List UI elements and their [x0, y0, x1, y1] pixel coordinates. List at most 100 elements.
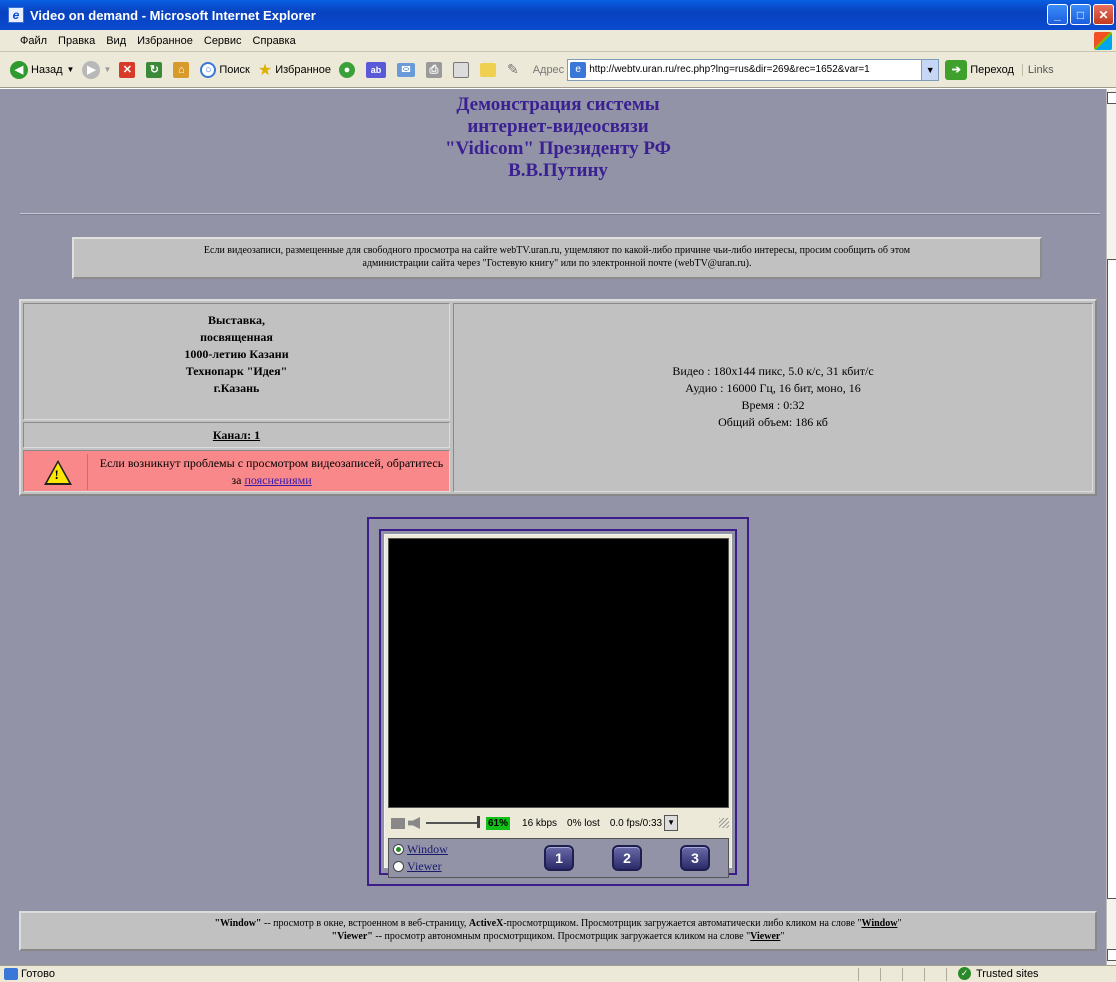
ie-app-icon: e: [8, 7, 24, 23]
back-arrow-icon: ◀: [10, 60, 28, 79]
mode-viewer-radio[interactable]: Viewer: [393, 859, 442, 874]
messenger-icon: ✎: [506, 61, 519, 77]
radio-unselected-icon[interactable]: [393, 861, 404, 872]
mail-button[interactable]: ✉: [396, 62, 418, 77]
volume-slider-knob[interactable]: [477, 816, 480, 828]
status-divider: [858, 968, 859, 981]
scroll-checkbox-top[interactable]: [1107, 92, 1116, 104]
menu-file[interactable]: Файл: [20, 35, 47, 47]
go-button[interactable]: ➔ Переход: [945, 59, 1014, 80]
window-title-bar[interactable]: e Video on demand - Microsoft Internet E…: [0, 0, 1116, 30]
status-text: Готово: [21, 968, 55, 980]
back-button[interactable]: ◀ Назад ▼: [10, 60, 75, 79]
favorites-button[interactable]: ★ Избранное: [258, 60, 331, 80]
forward-button[interactable]: ▶ ▼: [82, 60, 111, 79]
favorites-star-icon: ★: [257, 61, 273, 79]
back-label: Назад: [31, 63, 63, 76]
scroll-checkbox-bottom[interactable]: [1107, 949, 1116, 961]
spellcheck-icon: ab: [365, 61, 386, 78]
address-dropdown-icon[interactable]: ▼: [921, 59, 939, 80]
bitrate-readout: 16 kbps: [522, 817, 558, 829]
links-button[interactable]: Links: [1021, 63, 1054, 76]
minimize-button[interactable]: _: [1047, 4, 1068, 25]
event-line: 1000-летию Казани: [184, 347, 289, 361]
go-label: Переход: [970, 63, 1014, 76]
footer-text: -просмотрщиком. Просмотрщик загружается …: [503, 918, 862, 929]
footer-window-link[interactable]: Window: [862, 918, 898, 929]
security-zone[interactable]: ✓ Trusted sites: [958, 967, 1039, 980]
title-line-2: интернет-видеосвязи: [467, 116, 649, 137]
channel-3-button[interactable]: 3: [680, 845, 710, 871]
status-divider: [946, 968, 947, 981]
media-info: Видео : 180x144 пикс, 5.0 к/с, 31 кбит/с…: [453, 303, 1093, 492]
edit-button[interactable]: [452, 61, 472, 78]
home-button[interactable]: ⌂: [173, 61, 192, 78]
status-bar: Готово ✓ Trusted sites: [0, 965, 1116, 982]
spell-button[interactable]: ab: [365, 61, 389, 78]
event-line: Выставка,: [208, 313, 265, 327]
menu-bar: Файл Правка Вид Избранное Сервис Справка: [0, 30, 1116, 52]
stop-icon: ✕: [119, 61, 136, 78]
print-icon: ⎙: [425, 61, 442, 78]
horizontal-rule: [20, 213, 1100, 215]
mode-window-radio[interactable]: Window: [393, 842, 448, 857]
status-divider: [924, 968, 925, 981]
status-divider: [902, 968, 903, 981]
go-arrow-icon: ➔: [945, 59, 968, 80]
stats-dropdown-icon[interactable]: ▼: [664, 815, 679, 831]
event-line: г.Казань: [213, 381, 260, 395]
folder-button[interactable]: [479, 62, 499, 77]
address-bar[interactable]: e http://webtv.uran.ru/rec.php?lng=rus&d…: [567, 58, 940, 81]
menu-favorites[interactable]: Избранное: [137, 35, 193, 47]
footer-viewer-link[interactable]: Viewer: [750, 931, 780, 942]
mode-window-label[interactable]: Window: [407, 842, 448, 857]
media-button[interactable]: ●: [338, 61, 358, 78]
camera-icon[interactable]: [391, 817, 405, 829]
explanations-link[interactable]: пояснениями: [244, 473, 311, 487]
stop-button[interactable]: ✕: [119, 61, 138, 78]
forward-dropdown-icon[interactable]: ▼: [103, 65, 111, 74]
speaker-icon[interactable]: [408, 817, 420, 829]
volume-percent: 61%: [486, 816, 511, 830]
window-title: Video on demand - Microsoft Internet Exp…: [30, 7, 316, 23]
browser-toolbar: ◀ Назад ▼ ▶ ▼ ✕ ↻ ⌂ ○ Поиск ★ Избранное …: [0, 52, 1116, 88]
vertical-scrollbar[interactable]: [1106, 89, 1116, 965]
packet-loss-readout: 0% lost: [567, 817, 600, 829]
footer-text: ": [780, 931, 785, 942]
maximize-button[interactable]: □: [1070, 4, 1091, 25]
menu-edit[interactable]: Правка: [58, 35, 95, 47]
warning-icon: !: [43, 459, 72, 485]
player-control-bar: 61% 16 kbps 0% lost 0.0 fps/0:33 ▼: [388, 812, 729, 834]
back-dropdown-icon[interactable]: ▼: [67, 65, 75, 74]
footer-viewer-term: "Viewer": [331, 931, 373, 942]
search-button[interactable]: ○ Поиск: [200, 61, 250, 78]
address-url[interactable]: http://webtv.uran.ru/rec.php?lng=rus&dir…: [589, 64, 870, 75]
volume-slider[interactable]: [426, 816, 480, 828]
messenger-button[interactable]: ✎: [507, 61, 519, 78]
page-title: Демонстрация системы интернет-видеосвязи…: [0, 94, 1106, 182]
notice-line-1: Если видеозаписи, размещенные для свобод…: [203, 245, 911, 256]
resize-grip-icon[interactable]: [719, 818, 729, 828]
title-line-1: Демонстрация системы: [456, 94, 660, 115]
audio-info: Аудио : 16000 Гц, 16 бит, моно, 16: [685, 381, 861, 395]
channel-2-button[interactable]: 2: [612, 845, 642, 871]
menu-help[interactable]: Справка: [253, 35, 296, 47]
channel-1-button[interactable]: 1: [544, 845, 574, 871]
mode-viewer-label[interactable]: Viewer: [407, 859, 442, 874]
refresh-icon: ↻: [146, 61, 163, 78]
player-mode-bar: Window Viewer 1 2 3: [388, 838, 729, 878]
footer-text: ": [897, 918, 902, 929]
page-content: Демонстрация системы интернет-видеосвязи…: [0, 89, 1106, 965]
zone-label: Trusted sites: [976, 967, 1039, 980]
event-description: Выставка, посвященная 1000-летию Казани …: [23, 303, 450, 420]
menu-tools[interactable]: Сервис: [204, 35, 242, 47]
close-button[interactable]: ✕: [1093, 4, 1114, 25]
scrollbar-thumb[interactable]: [1107, 259, 1116, 899]
menu-view[interactable]: Вид: [106, 35, 126, 47]
footer-text: -- просмотр автономным просмотрщиком. Пр…: [372, 931, 751, 942]
refresh-button[interactable]: ↻: [146, 61, 165, 78]
forward-arrow-icon: ▶: [82, 60, 101, 79]
video-screen[interactable]: [388, 538, 729, 808]
print-button[interactable]: ⎙: [425, 61, 445, 78]
radio-selected-icon[interactable]: [393, 844, 404, 855]
